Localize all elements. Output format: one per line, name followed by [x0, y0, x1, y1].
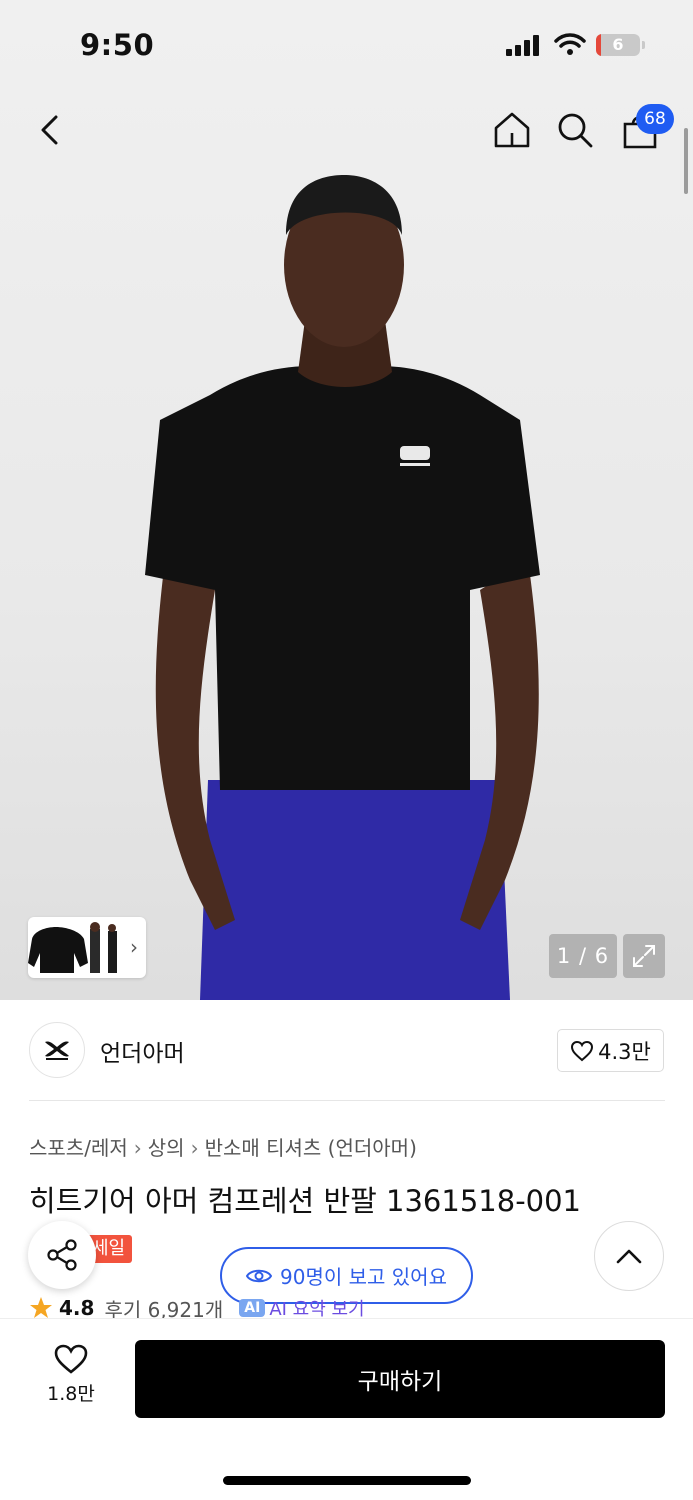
image-counter: 1 / 6 [549, 934, 617, 978]
divider [29, 1100, 665, 1101]
brand-like-count: 4.3만 [598, 1039, 651, 1064]
viewer-count-text: 90명이 보고 있어요 [280, 1265, 447, 1289]
ai-summary-button[interactable]: AI AI 요약 보기 [239, 1296, 365, 1320]
wifi-icon [554, 33, 586, 55]
search-icon [558, 113, 593, 148]
chevron-right-icon: › [133, 1136, 142, 1160]
brand-logo[interactable] [29, 1022, 85, 1078]
wishlist-button[interactable]: 1.8만 [38, 1343, 104, 1406]
star-icon [30, 1297, 52, 1318]
brand-like-button[interactable]: 4.3만 [557, 1029, 664, 1072]
thumbnail-images [28, 922, 117, 973]
battery-icon: 6 [596, 34, 640, 56]
chevron-right-icon: › [130, 935, 138, 959]
breadcrumb-item[interactable]: 스포츠/레저 [29, 1136, 128, 1160]
ai-badge: AI [239, 1299, 266, 1317]
battery-level: 6 [612, 35, 624, 54]
expand-icon [633, 945, 655, 967]
back-button[interactable] [26, 106, 74, 154]
cart-count-badge: 68 [636, 104, 674, 134]
breadcrumb-item[interactable]: 반소매 티셔츠 (언더아머) [205, 1136, 417, 1160]
search-button[interactable] [551, 106, 599, 154]
fullscreen-button[interactable] [623, 934, 665, 978]
under-armour-logo-icon [45, 1041, 69, 1060]
status-time: 9:50 [80, 28, 155, 62]
breadcrumb-item[interactable]: 상의 [148, 1136, 185, 1160]
heart-icon [54, 1344, 88, 1374]
product-title: 히트기어 아머 컴프레션 반팔 1361518-001 [29, 1184, 582, 1218]
review-count[interactable]: 후기 6,921개 [104, 1296, 223, 1321]
home-icon [494, 112, 530, 148]
wishlist-count: 1.8만 [47, 1383, 95, 1405]
home-button[interactable] [488, 106, 536, 154]
scroll-indicator [684, 128, 688, 194]
buy-button[interactable]: 구매하기 [135, 1340, 665, 1418]
share-icon [47, 1239, 77, 1271]
ai-summary-label: AI 요약 보기 [269, 1299, 365, 1320]
home-indicator [223, 1476, 471, 1485]
rating-row[interactable]: 4.8 후기 6,921개 AI AI 요약 보기 [29, 1296, 365, 1320]
eye-icon [246, 1269, 273, 1282]
brand-name[interactable]: 언더아머 [100, 1034, 185, 1068]
heart-icon [571, 1040, 594, 1061]
chevron-left-icon [41, 115, 58, 145]
breadcrumb: 스포츠/레저 › 상의 › 반소매 티셔츠 (언더아머) [29, 1132, 417, 1161]
share-button[interactable] [28, 1221, 96, 1289]
thumbnail-strip[interactable]: › [28, 917, 146, 978]
chevron-up-icon [616, 1249, 642, 1264]
product-image-gallery[interactable]: 9:50 6 68 › 1 / 6 [0, 0, 693, 1000]
signal-icon [506, 35, 539, 56]
scroll-to-top-button[interactable] [594, 1221, 664, 1291]
rating-score: 4.8 [59, 1296, 95, 1320]
chevron-right-icon: › [190, 1136, 199, 1160]
